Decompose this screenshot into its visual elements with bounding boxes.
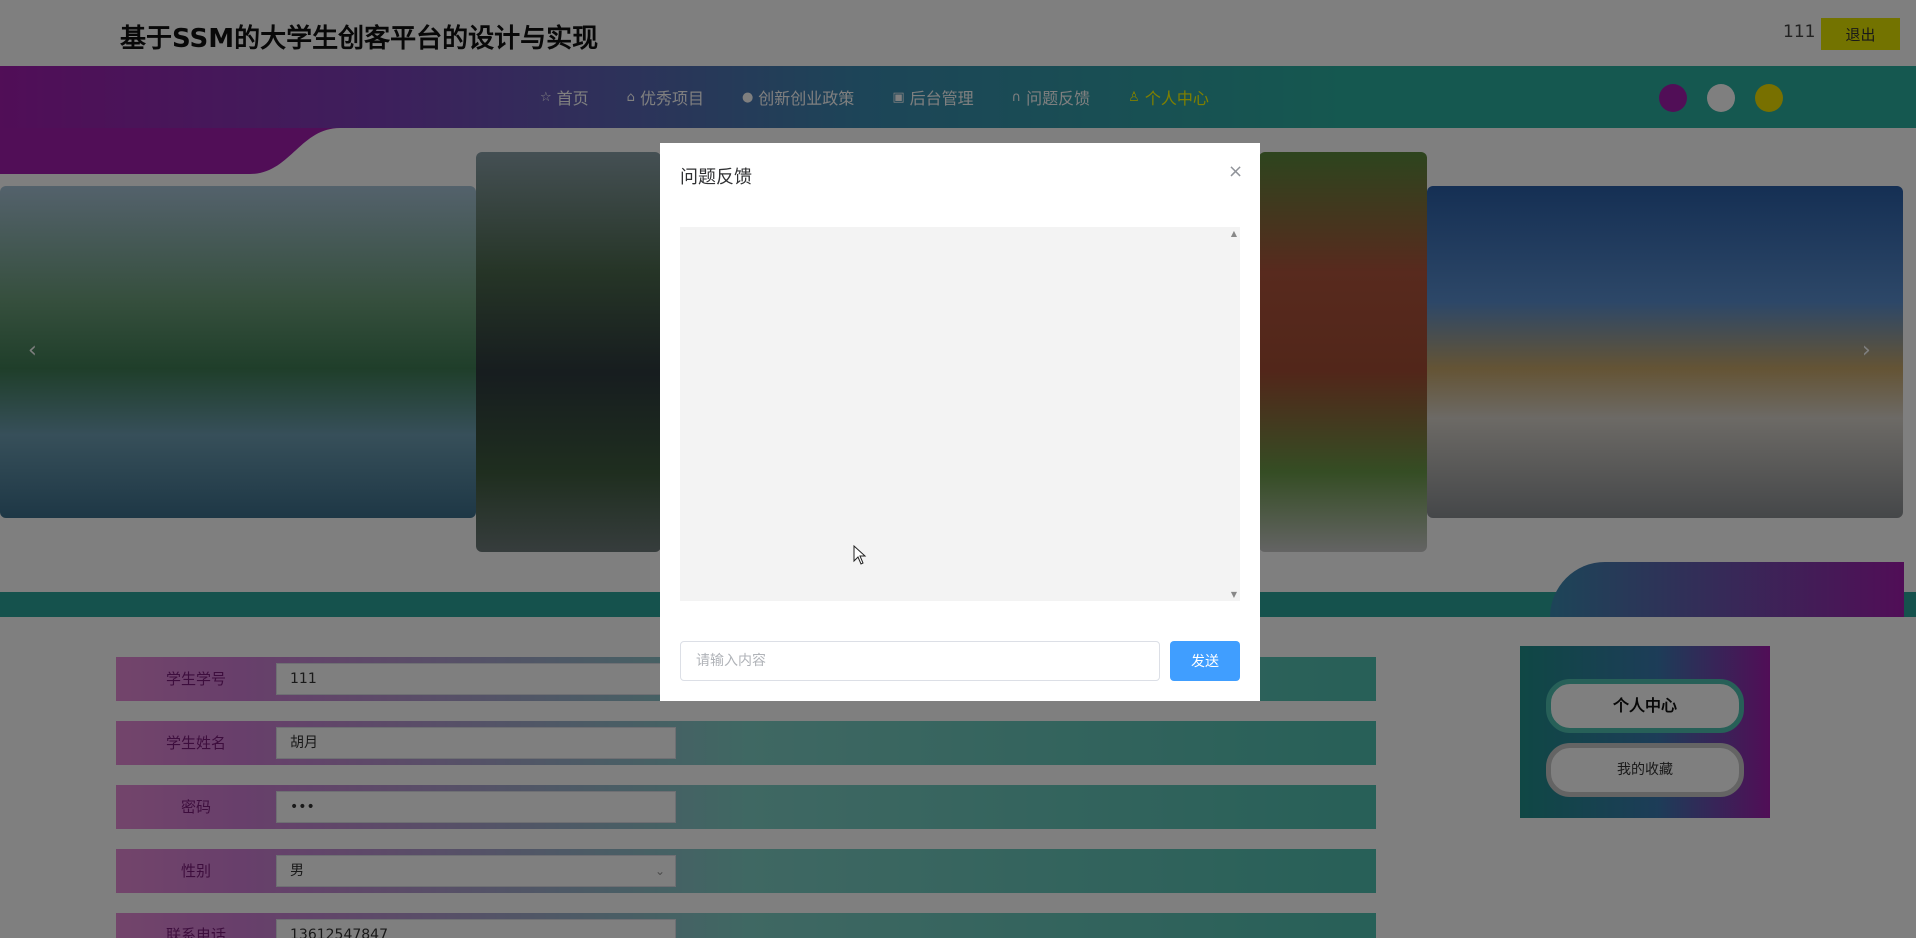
send-button[interactable]: 发送	[1170, 641, 1240, 681]
chat-scrollbar[interactable]: ▲ ▼	[1226, 227, 1240, 601]
mouse-cursor-icon	[853, 545, 867, 565]
feedback-dialog: 问题反馈 × ▲ ▼ 发送	[660, 143, 1260, 701]
scroll-down-icon[interactable]: ▼	[1231, 590, 1237, 599]
message-input[interactable]	[680, 641, 1160, 681]
dialog-title: 问题反馈	[680, 167, 752, 188]
chat-message-area[interactable]: ▲ ▼	[680, 227, 1240, 601]
close-icon[interactable]: ×	[1228, 161, 1243, 182]
scroll-up-icon[interactable]: ▲	[1231, 229, 1237, 238]
